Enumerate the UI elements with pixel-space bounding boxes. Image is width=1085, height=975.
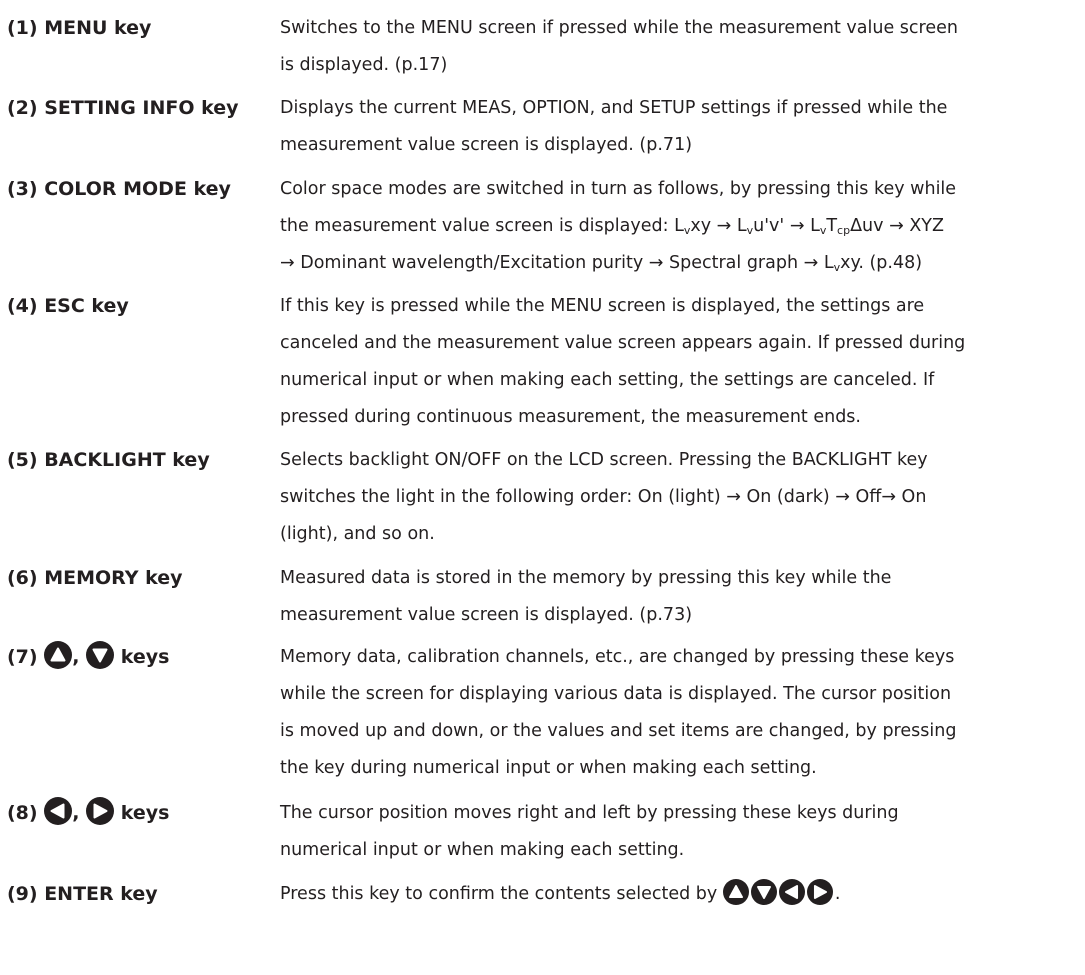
key-label: (8) , keys [7,795,169,832]
key-description: Switches to the MENU screen if pressed w… [280,18,958,75]
up-arrow-key-icon [44,641,73,669]
key-description: Color space modes are switched in turn a… [280,179,957,274]
key-description: Displays the current MEAS, OPTION, and S… [280,98,948,155]
key-description: Measured data is stored in the memory by… [280,568,892,625]
key-label: (1) MENU key [7,17,152,39]
key-description: Memory data, calibration channels, etc.,… [280,647,957,778]
mode-lvxy: Lvxy [674,216,712,237]
left-arrow-key-icon [778,879,805,905]
key-description: The cursor position moves right and left… [280,803,899,860]
key-description: Selects backlight ON/OFF on the LCD scre… [280,450,928,544]
key-label: (6) MEMORY key [7,567,183,589]
mode-lvuv: Lvu'v' [736,216,785,237]
key-label: (9) ENTER key [7,883,158,905]
right-arrow-key-icon [86,797,115,825]
right-arrow-key-icon [806,879,833,905]
key-label: (2) SETTING INFO key [7,97,239,119]
key-label: (4) ESC key [7,295,129,317]
up-arrow-key-icon [722,879,749,905]
down-arrow-key-icon [86,641,115,669]
down-arrow-key-icon [750,879,777,905]
key-label: (5) BACKLIGHT key [7,449,210,471]
mode-lvxy: Lvxy. (p.48) [823,253,923,274]
left-arrow-key-icon [44,797,73,825]
key-label: (3) COLOR MODE key [7,178,231,200]
mode-lvtcpduv: LvTcpΔuv [810,216,884,237]
mode-xyz: XYZ [909,216,944,236]
key-description: If this key is pressed while the MENU sc… [280,296,966,427]
key-description: Press this key to confirm the contents s… [280,876,1080,913]
key-label: (7) , keys [7,639,169,676]
